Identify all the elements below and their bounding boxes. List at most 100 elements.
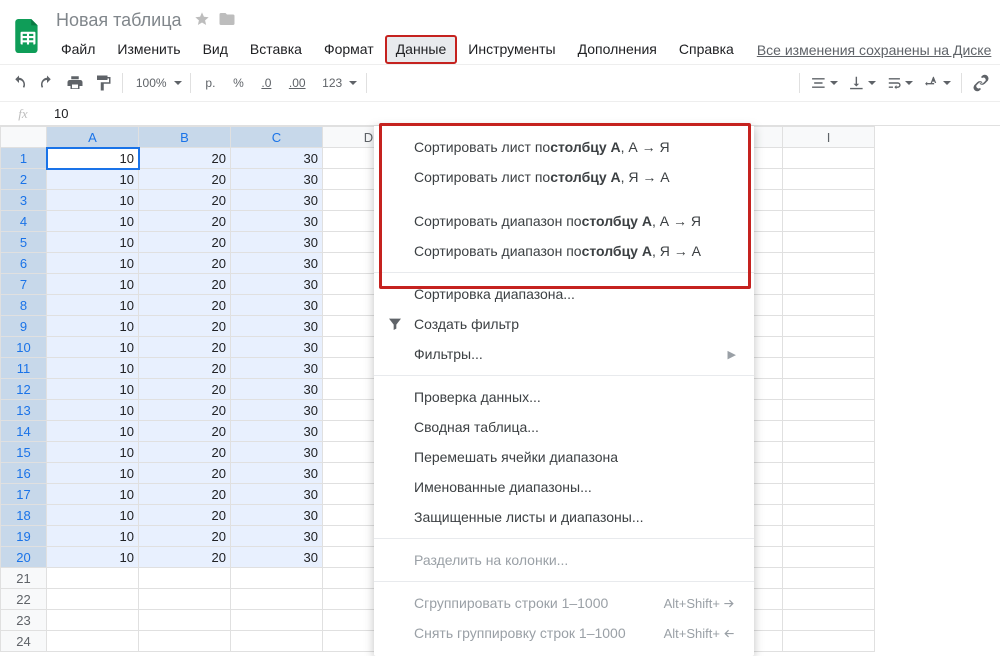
menu-edit[interactable]: Изменить <box>106 35 191 64</box>
row-header[interactable]: 23 <box>1 610 47 631</box>
cell[interactable]: 20 <box>139 316 231 337</box>
cell[interactable] <box>783 316 875 337</box>
cell[interactable]: 10 <box>47 316 139 337</box>
cell[interactable] <box>783 274 875 295</box>
cell[interactable]: 10 <box>47 274 139 295</box>
cell[interactable] <box>783 526 875 547</box>
cell[interactable] <box>783 421 875 442</box>
paint-format-icon[interactable] <box>90 70 116 96</box>
row-header[interactable]: 20 <box>1 547 47 568</box>
row-header[interactable]: 21 <box>1 568 47 589</box>
cell[interactable]: 30 <box>231 526 323 547</box>
col-header-B[interactable]: B <box>139 127 231 148</box>
currency-format[interactable]: р. <box>197 70 223 96</box>
menu-tools[interactable]: Инструменты <box>457 35 566 64</box>
cell[interactable] <box>231 631 323 652</box>
cell[interactable]: 20 <box>139 400 231 421</box>
cell[interactable]: 30 <box>231 274 323 295</box>
row-header[interactable]: 19 <box>1 526 47 547</box>
cell[interactable]: 30 <box>231 400 323 421</box>
cell[interactable] <box>783 211 875 232</box>
row-header[interactable]: 22 <box>1 589 47 610</box>
row-header[interactable]: 5 <box>1 232 47 253</box>
cell[interactable] <box>783 589 875 610</box>
cell[interactable]: 30 <box>231 295 323 316</box>
cell[interactable]: 30 <box>231 190 323 211</box>
cell[interactable]: 10 <box>47 463 139 484</box>
row-header[interactable]: 18 <box>1 505 47 526</box>
fx-value[interactable]: 10 <box>46 106 68 121</box>
cell[interactable]: 20 <box>139 295 231 316</box>
cell[interactable]: 30 <box>231 379 323 400</box>
cell[interactable]: 20 <box>139 358 231 379</box>
row-header[interactable]: 11 <box>1 358 47 379</box>
cell[interactable]: 30 <box>231 547 323 568</box>
cell[interactable] <box>783 358 875 379</box>
cell[interactable]: 10 <box>47 379 139 400</box>
increase-decimal[interactable]: .00 <box>281 70 313 96</box>
row-header[interactable]: 6 <box>1 253 47 274</box>
cell[interactable] <box>783 169 875 190</box>
cell[interactable]: 10 <box>47 505 139 526</box>
cell[interactable]: 20 <box>139 442 231 463</box>
row-header[interactable]: 12 <box>1 379 47 400</box>
menu-file[interactable]: Файл <box>50 35 106 64</box>
row-header[interactable]: 24 <box>1 631 47 652</box>
cell[interactable] <box>231 568 323 589</box>
dd-create-filter[interactable]: Создать фильтр <box>374 309 754 339</box>
menu-help[interactable]: Справка <box>668 35 745 64</box>
cell[interactable] <box>231 589 323 610</box>
row-header[interactable]: 1 <box>1 148 47 169</box>
cell[interactable] <box>783 190 875 211</box>
dd-sort-sheet-asc[interactable]: Сортировать лист по столбцу A, А → Я <box>374 132 754 162</box>
cell[interactable] <box>783 337 875 358</box>
dd-data-validation[interactable]: Проверка данных... <box>374 382 754 412</box>
save-status[interactable]: Все изменения сохранены на Диске <box>757 42 992 58</box>
cell[interactable]: 10 <box>47 442 139 463</box>
cell[interactable] <box>47 631 139 652</box>
cell[interactable]: 10 <box>47 169 139 190</box>
cell[interactable] <box>783 442 875 463</box>
cell[interactable] <box>47 568 139 589</box>
cell[interactable] <box>139 589 231 610</box>
row-header[interactable]: 8 <box>1 295 47 316</box>
cell[interactable]: 20 <box>139 148 231 169</box>
cell[interactable]: 20 <box>139 526 231 547</box>
cell[interactable] <box>231 610 323 631</box>
cell[interactable] <box>783 379 875 400</box>
cell[interactable]: 20 <box>139 190 231 211</box>
menu-data[interactable]: Данные <box>385 35 458 64</box>
cell[interactable]: 10 <box>47 526 139 547</box>
doc-title[interactable]: Новая таблица <box>52 8 186 33</box>
cell[interactable]: 20 <box>139 484 231 505</box>
cell[interactable]: 10 <box>47 484 139 505</box>
text-rotation-icon[interactable] <box>919 70 955 96</box>
cell[interactable]: 20 <box>139 463 231 484</box>
menu-insert[interactable]: Вставка <box>239 35 313 64</box>
horizontal-align-icon[interactable] <box>806 70 842 96</box>
cell[interactable] <box>783 148 875 169</box>
star-icon[interactable] <box>194 11 210 30</box>
cell[interactable]: 20 <box>139 421 231 442</box>
cell[interactable]: 10 <box>47 421 139 442</box>
menu-addons[interactable]: Дополнения <box>567 35 668 64</box>
cell[interactable]: 30 <box>231 232 323 253</box>
cell[interactable]: 30 <box>231 463 323 484</box>
row-header[interactable]: 17 <box>1 484 47 505</box>
row-header[interactable]: 4 <box>1 211 47 232</box>
cell[interactable]: 20 <box>139 379 231 400</box>
redo-icon[interactable] <box>34 70 60 96</box>
vertical-align-icon[interactable] <box>844 70 880 96</box>
menu-format[interactable]: Формат <box>313 35 385 64</box>
cell[interactable] <box>783 484 875 505</box>
cell[interactable]: 10 <box>47 337 139 358</box>
cell[interactable] <box>783 253 875 274</box>
cell[interactable]: 30 <box>231 421 323 442</box>
cell[interactable]: 10 <box>47 400 139 421</box>
row-header[interactable]: 13 <box>1 400 47 421</box>
cell[interactable]: 20 <box>139 505 231 526</box>
row-header[interactable]: 15 <box>1 442 47 463</box>
cell[interactable]: 10 <box>47 232 139 253</box>
folder-icon[interactable] <box>218 10 236 31</box>
cell[interactable] <box>47 589 139 610</box>
